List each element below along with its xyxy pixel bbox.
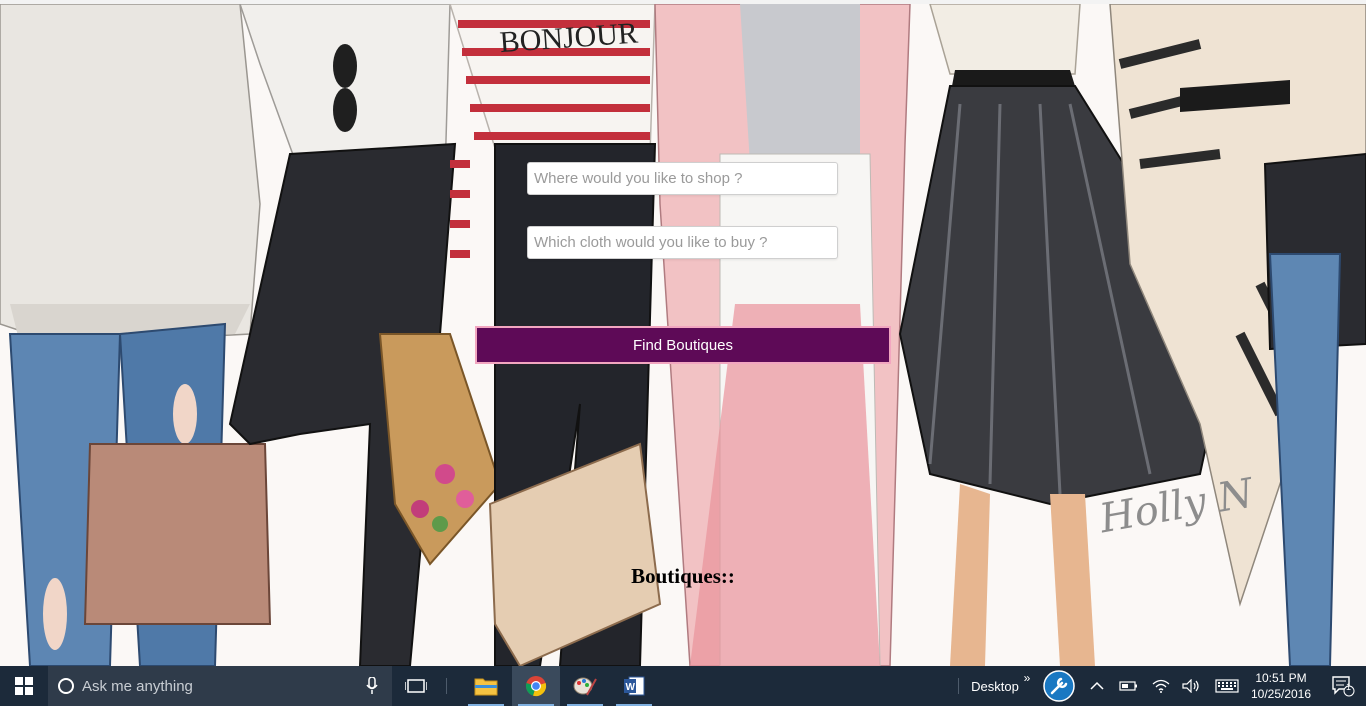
wifi-tray-button[interactable]	[1146, 666, 1176, 706]
clock-date: 10/25/2016	[1250, 687, 1312, 701]
touch-keyboard-button[interactable]	[1210, 666, 1244, 706]
paint-icon	[573, 677, 597, 696]
desktop-toolbar-label[interactable]: Desktop	[962, 666, 1028, 706]
chevron-up-icon	[1090, 681, 1104, 690]
taskbar-app-paint[interactable]	[561, 666, 609, 706]
taskbar-app-file-explorer[interactable]	[462, 666, 510, 706]
teamviewer-tray-button[interactable]	[1038, 666, 1080, 706]
taskbar-clock[interactable]: 10:51 PM 10/25/2016	[1242, 666, 1320, 706]
keyboard-icon	[1215, 679, 1239, 693]
clock-time: 10:51 PM	[1255, 671, 1307, 685]
notification-count-badge: 1	[1346, 682, 1352, 692]
windows-logo-icon	[15, 677, 33, 695]
notification-icon	[1332, 676, 1355, 697]
desktop-toolbar-expand-icon[interactable]: »	[1020, 658, 1034, 698]
volume-tray-button[interactable]	[1176, 666, 1206, 706]
cortana-search-placeholder: Ask me anything	[82, 677, 193, 695]
chrome-icon	[525, 676, 547, 697]
taskbar-separator	[446, 678, 447, 694]
shop-location-input[interactable]	[527, 162, 838, 195]
folder-icon	[474, 678, 498, 696]
taskbar-separator	[958, 678, 959, 694]
cloth-type-input[interactable]	[527, 226, 838, 259]
start-button[interactable]	[0, 666, 48, 706]
cortana-search-box[interactable]: Ask me anything	[48, 666, 392, 706]
wifi-icon	[1152, 679, 1170, 693]
microphone-icon[interactable]	[366, 677, 378, 695]
battery-tray-button[interactable]	[1114, 666, 1144, 706]
taskbar-app-chrome[interactable]	[512, 666, 560, 706]
task-view-button[interactable]	[392, 666, 440, 706]
speaker-icon	[1182, 679, 1199, 693]
wrench-tray-icon	[1043, 670, 1075, 702]
boutiques-results-heading: Boutiques::	[0, 564, 1366, 589]
show-hidden-icons-button[interactable]	[1082, 666, 1112, 706]
windows-taskbar: Ask me anything W Desktop » 10:51 PM 10/…	[0, 666, 1366, 706]
boutiques-heading-text: Boutiques::	[631, 564, 735, 588]
task-view-icon	[405, 679, 427, 693]
find-boutiques-button[interactable]: Find Boutiques	[475, 326, 891, 364]
action-center-button[interactable]: 1	[1320, 666, 1366, 706]
cortana-circle-icon	[58, 678, 74, 694]
word-icon: W	[624, 676, 645, 696]
taskbar-app-word[interactable]: W	[610, 666, 658, 706]
svg-text:W: W	[626, 682, 636, 693]
battery-icon	[1119, 681, 1137, 691]
